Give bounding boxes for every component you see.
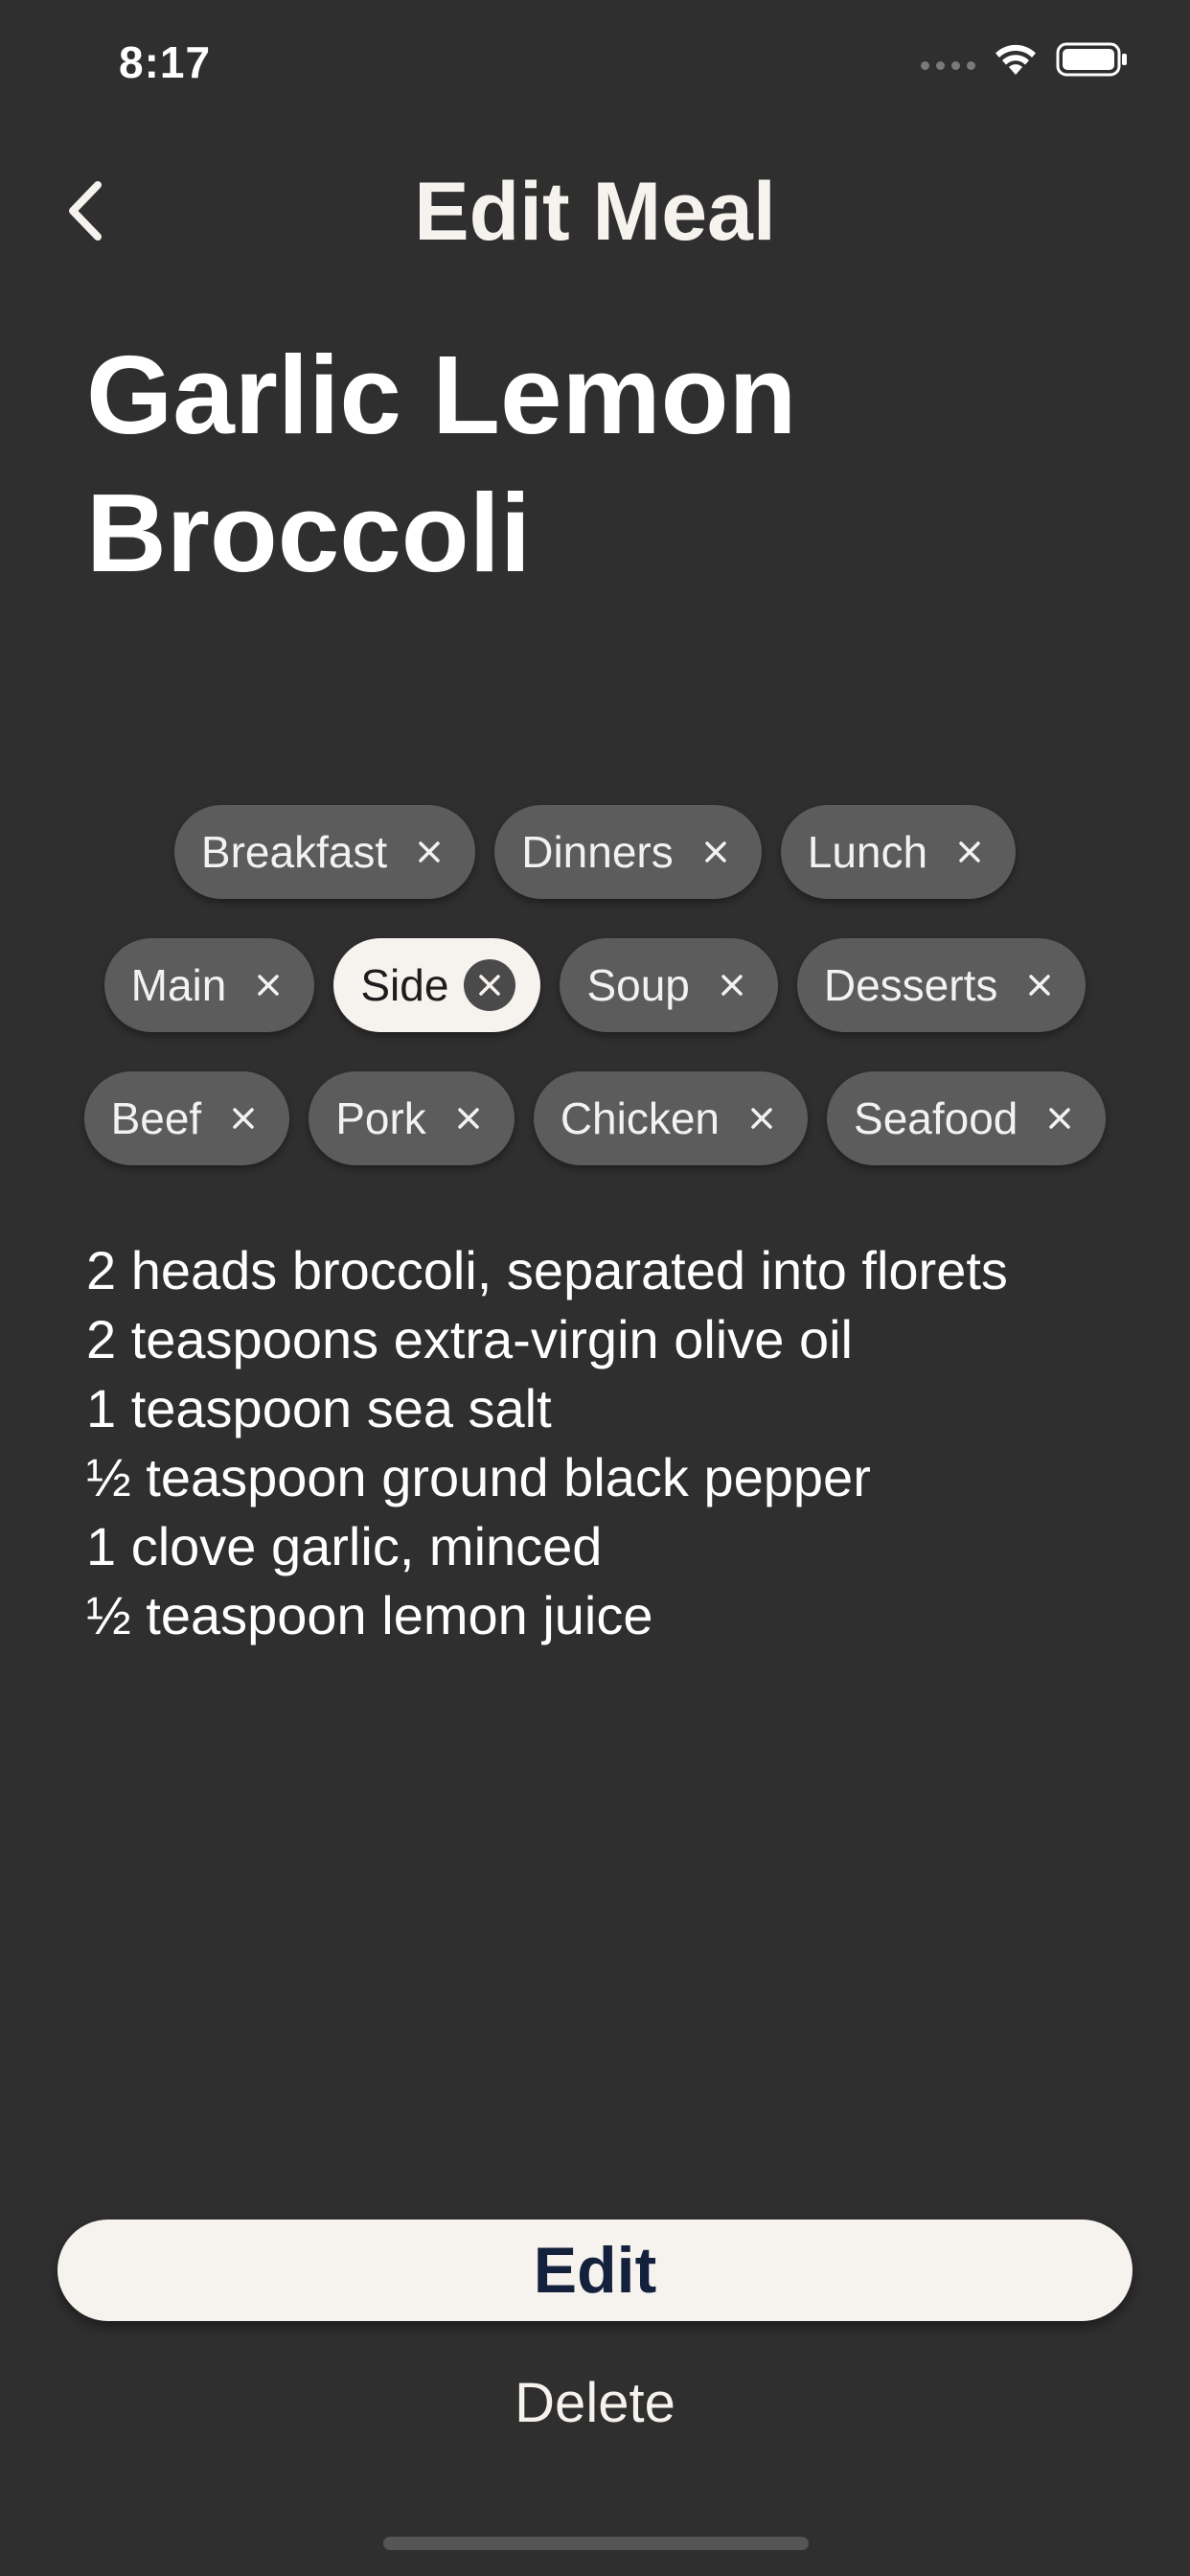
ingredient-line: 1 teaspoon sea salt xyxy=(86,1378,552,1438)
ingredients-list: 2 heads broccoli, separated into florets… xyxy=(86,1236,1140,1650)
tag-label: Desserts xyxy=(823,960,998,1010)
remove-tag-icon[interactable] xyxy=(1042,1101,1077,1136)
status-bar: 8:17 xyxy=(0,0,1190,125)
remove-tag-icon[interactable] xyxy=(698,835,733,869)
wifi-icon xyxy=(995,44,1036,75)
remove-tag-icon[interactable] xyxy=(451,1101,486,1136)
tag-label: Breakfast xyxy=(200,827,388,877)
ingredient-line: 2 teaspoons extra-virgin olive oil xyxy=(86,1309,853,1369)
tag-label: Side xyxy=(360,960,449,1010)
tag-chip-lunch[interactable]: Lunch xyxy=(780,805,1017,899)
delete-button[interactable]: Delete xyxy=(0,2371,1190,2435)
remove-tag-icon[interactable] xyxy=(744,1101,779,1136)
ingredient-line: ½ teaspoon lemon juice xyxy=(86,1585,653,1645)
tag-row: Breakfast Dinners Lunch xyxy=(38,805,1152,899)
tag-label: Seafood xyxy=(854,1093,1018,1143)
ingredient-line: 1 clove garlic, minced xyxy=(86,1516,603,1576)
tag-chip-desserts[interactable]: Desserts xyxy=(796,938,1087,1032)
tag-label: Main xyxy=(130,960,227,1010)
tag-chip-chicken[interactable]: Chicken xyxy=(533,1071,809,1165)
remove-tag-icon[interactable] xyxy=(952,835,987,869)
tag-label: Pork xyxy=(335,1093,426,1143)
remove-tag-icon[interactable] xyxy=(464,959,516,1011)
home-indicator xyxy=(383,2537,809,2550)
tag-chip-breakfast[interactable]: Breakfast xyxy=(173,805,476,899)
remove-tag-icon[interactable] xyxy=(251,968,286,1002)
status-time: 8:17 xyxy=(119,37,212,87)
remove-tag-icon[interactable] xyxy=(412,835,446,869)
tag-chip-seafood[interactable]: Seafood xyxy=(827,1071,1107,1165)
tag-row: Main Side Soup Desserts xyxy=(38,938,1152,1032)
remove-tag-icon[interactable] xyxy=(1022,968,1057,1002)
page-title: Edit Meal xyxy=(414,166,776,258)
cellular-signal-icon xyxy=(921,60,975,70)
tag-chip-soup[interactable]: Soup xyxy=(560,938,778,1032)
tag-row: Beef Pork Chicken Seafood xyxy=(38,1071,1152,1165)
tag-label: Lunch xyxy=(807,827,928,877)
remove-tag-icon[interactable] xyxy=(226,1101,261,1136)
tag-label: Dinners xyxy=(521,827,674,877)
edit-button[interactable]: Edit xyxy=(57,2220,1133,2321)
tag-list: Breakfast Dinners Lunch Main Side Soup Dessert… xyxy=(38,805,1152,1205)
meal-name: Garlic Lemon Broccoli xyxy=(86,333,797,595)
battery-icon xyxy=(1056,42,1127,77)
ingredient-line: 2 heads broccoli, separated into florets xyxy=(86,1240,1008,1300)
tag-chip-pork[interactable]: Pork xyxy=(309,1071,515,1165)
tag-label: Chicken xyxy=(560,1093,721,1143)
tag-chip-beef[interactable]: Beef xyxy=(83,1071,290,1165)
status-icons xyxy=(921,42,1129,77)
tag-chip-dinners[interactable]: Dinners xyxy=(494,805,762,899)
navigation-bar: Edit Meal xyxy=(0,144,1190,268)
tag-chip-main[interactable]: Main xyxy=(103,938,315,1032)
ingredient-line: ½ teaspoon ground black pepper xyxy=(86,1447,871,1507)
remove-tag-icon[interactable] xyxy=(715,968,749,1002)
tag-label: Beef xyxy=(110,1093,202,1143)
tag-chip-side[interactable]: Side xyxy=(333,938,541,1032)
tag-label: Soup xyxy=(586,960,690,1010)
